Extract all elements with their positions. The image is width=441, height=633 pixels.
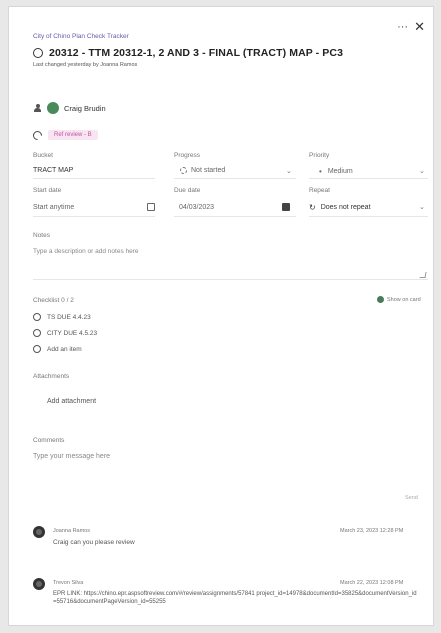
checklist-item-text[interactable]: CITY DUE 4.5.23 — [47, 330, 97, 337]
add-item-circle-icon — [33, 345, 41, 353]
comment-placeholder: Type your message here — [33, 453, 111, 460]
not-started-icon — [180, 167, 187, 174]
comment-text: EPR LINK: https://chino.epr.aspsoftrevie… — [53, 591, 417, 605]
assignee-name[interactable]: Craig Brudin — [64, 104, 106, 113]
complete-task-checkbox[interactable] — [33, 48, 43, 58]
last-changed-text: Last changed yesterday by Joanna Ramos — [33, 62, 138, 68]
task-title[interactable]: 20312 - TTM 20312-1, 2 AND 3 - FINAL (TR… — [49, 47, 343, 59]
window-controls: ··· ✕ — [397, 19, 425, 35]
notes-label: Notes — [33, 232, 50, 239]
due-date-label: Due date — [174, 187, 201, 194]
assign-person-icon[interactable] — [33, 103, 42, 113]
comment-timestamp: March 22, 2023 12:08 PM — [340, 580, 404, 586]
checklist-item-checkbox[interactable] — [33, 313, 41, 321]
comment-author: Joanna Ramos — [53, 528, 90, 534]
checklist-item-text[interactable]: TS DUE 4.4.23 — [47, 314, 91, 321]
due-date-input[interactable]: 04/03/2023 — [179, 204, 214, 211]
checklist-title: Checklist 0 / 2 — [33, 297, 74, 304]
start-date-input[interactable]: Start anytime — [33, 204, 74, 211]
plan-name[interactable]: City of Chino Plan Check Tracker — [33, 33, 129, 40]
show-on-card-toggle[interactable]: Show on card — [377, 296, 421, 303]
more-options-icon[interactable]: ··· — [397, 21, 408, 33]
task-title-row: 20312 - TTM 20312-1, 2 AND 3 - FINAL (TR… — [33, 47, 343, 59]
notes-placeholder: Type a description or add notes here — [33, 248, 139, 255]
priority-dot-icon: • — [319, 167, 322, 176]
comment-timestamp: March 23, 2023 12:28 PM — [340, 528, 404, 534]
bucket-label: Bucket — [33, 152, 53, 159]
bucket-dropdown[interactable]: TRACT MAP — [33, 167, 73, 174]
comments-label: Comments — [33, 437, 65, 444]
close-icon[interactable]: ✕ — [414, 19, 425, 35]
repeat-value: Does not repeat — [320, 204, 371, 211]
show-on-card-label: Show on card — [387, 296, 421, 303]
start-date-underline — [33, 216, 155, 217]
progress-label: Progress — [174, 152, 201, 159]
label-row: Ref review - B — [31, 128, 98, 142]
start-calendar-icon[interactable] — [147, 203, 155, 211]
due-date-underline — [174, 216, 296, 217]
due-calendar-icon[interactable] — [282, 203, 290, 211]
priority-value: Medium — [327, 168, 353, 175]
progress-underline — [174, 178, 296, 179]
priority-chevron-down-icon[interactable]: ⌄ — [419, 167, 425, 175]
repeat-label: Repeat — [309, 187, 330, 194]
repeat-icon: ↻ — [309, 203, 316, 212]
checklist-item-checkbox[interactable] — [33, 329, 41, 337]
checklist-item[interactable]: CITY DUE 4.5.23 — [33, 329, 97, 337]
repeat-dropdown[interactable]: ↻ Does not repeat — [309, 203, 371, 212]
task-details-panel: ··· ✕ City of Chino Plan Check Tracker 2… — [8, 6, 434, 626]
label-tag-icon[interactable] — [31, 128, 44, 142]
avatar — [33, 526, 45, 538]
priority-dropdown[interactable]: • Medium — [319, 167, 353, 176]
add-checklist-item[interactable]: Add an item — [33, 345, 82, 353]
priority-label: Priority — [309, 152, 330, 159]
repeat-chevron-down-icon[interactable]: ⌄ — [419, 203, 425, 211]
comment-author: Trevon Silva — [53, 580, 84, 586]
start-date-label: Start date — [33, 187, 62, 194]
priority-underline — [309, 178, 428, 179]
bucket-underline — [33, 178, 155, 179]
attachments-label: Attachments — [33, 373, 70, 380]
label-pill[interactable]: Ref review - B — [48, 130, 98, 140]
avatar — [33, 578, 45, 590]
progress-chevron-down-icon[interactable]: ⌄ — [286, 167, 292, 175]
checkbox-icon[interactable] — [377, 296, 384, 303]
send-button[interactable]: Send — [405, 495, 418, 501]
assignee-row: Craig Brudin — [33, 102, 106, 114]
add-attachment-button[interactable]: Add attachment — [47, 398, 96, 405]
add-item-label[interactable]: Add an item — [47, 346, 82, 353]
progress-dropdown[interactable]: Not started — [180, 167, 225, 174]
checklist-item[interactable]: TS DUE 4.4.23 — [33, 313, 91, 321]
resize-grip-icon[interactable] — [419, 272, 427, 278]
repeat-underline — [309, 216, 428, 217]
progress-value: Not started — [191, 167, 226, 174]
avatar[interactable] — [47, 102, 59, 114]
comment-text: Craig can you please review — [53, 539, 135, 546]
